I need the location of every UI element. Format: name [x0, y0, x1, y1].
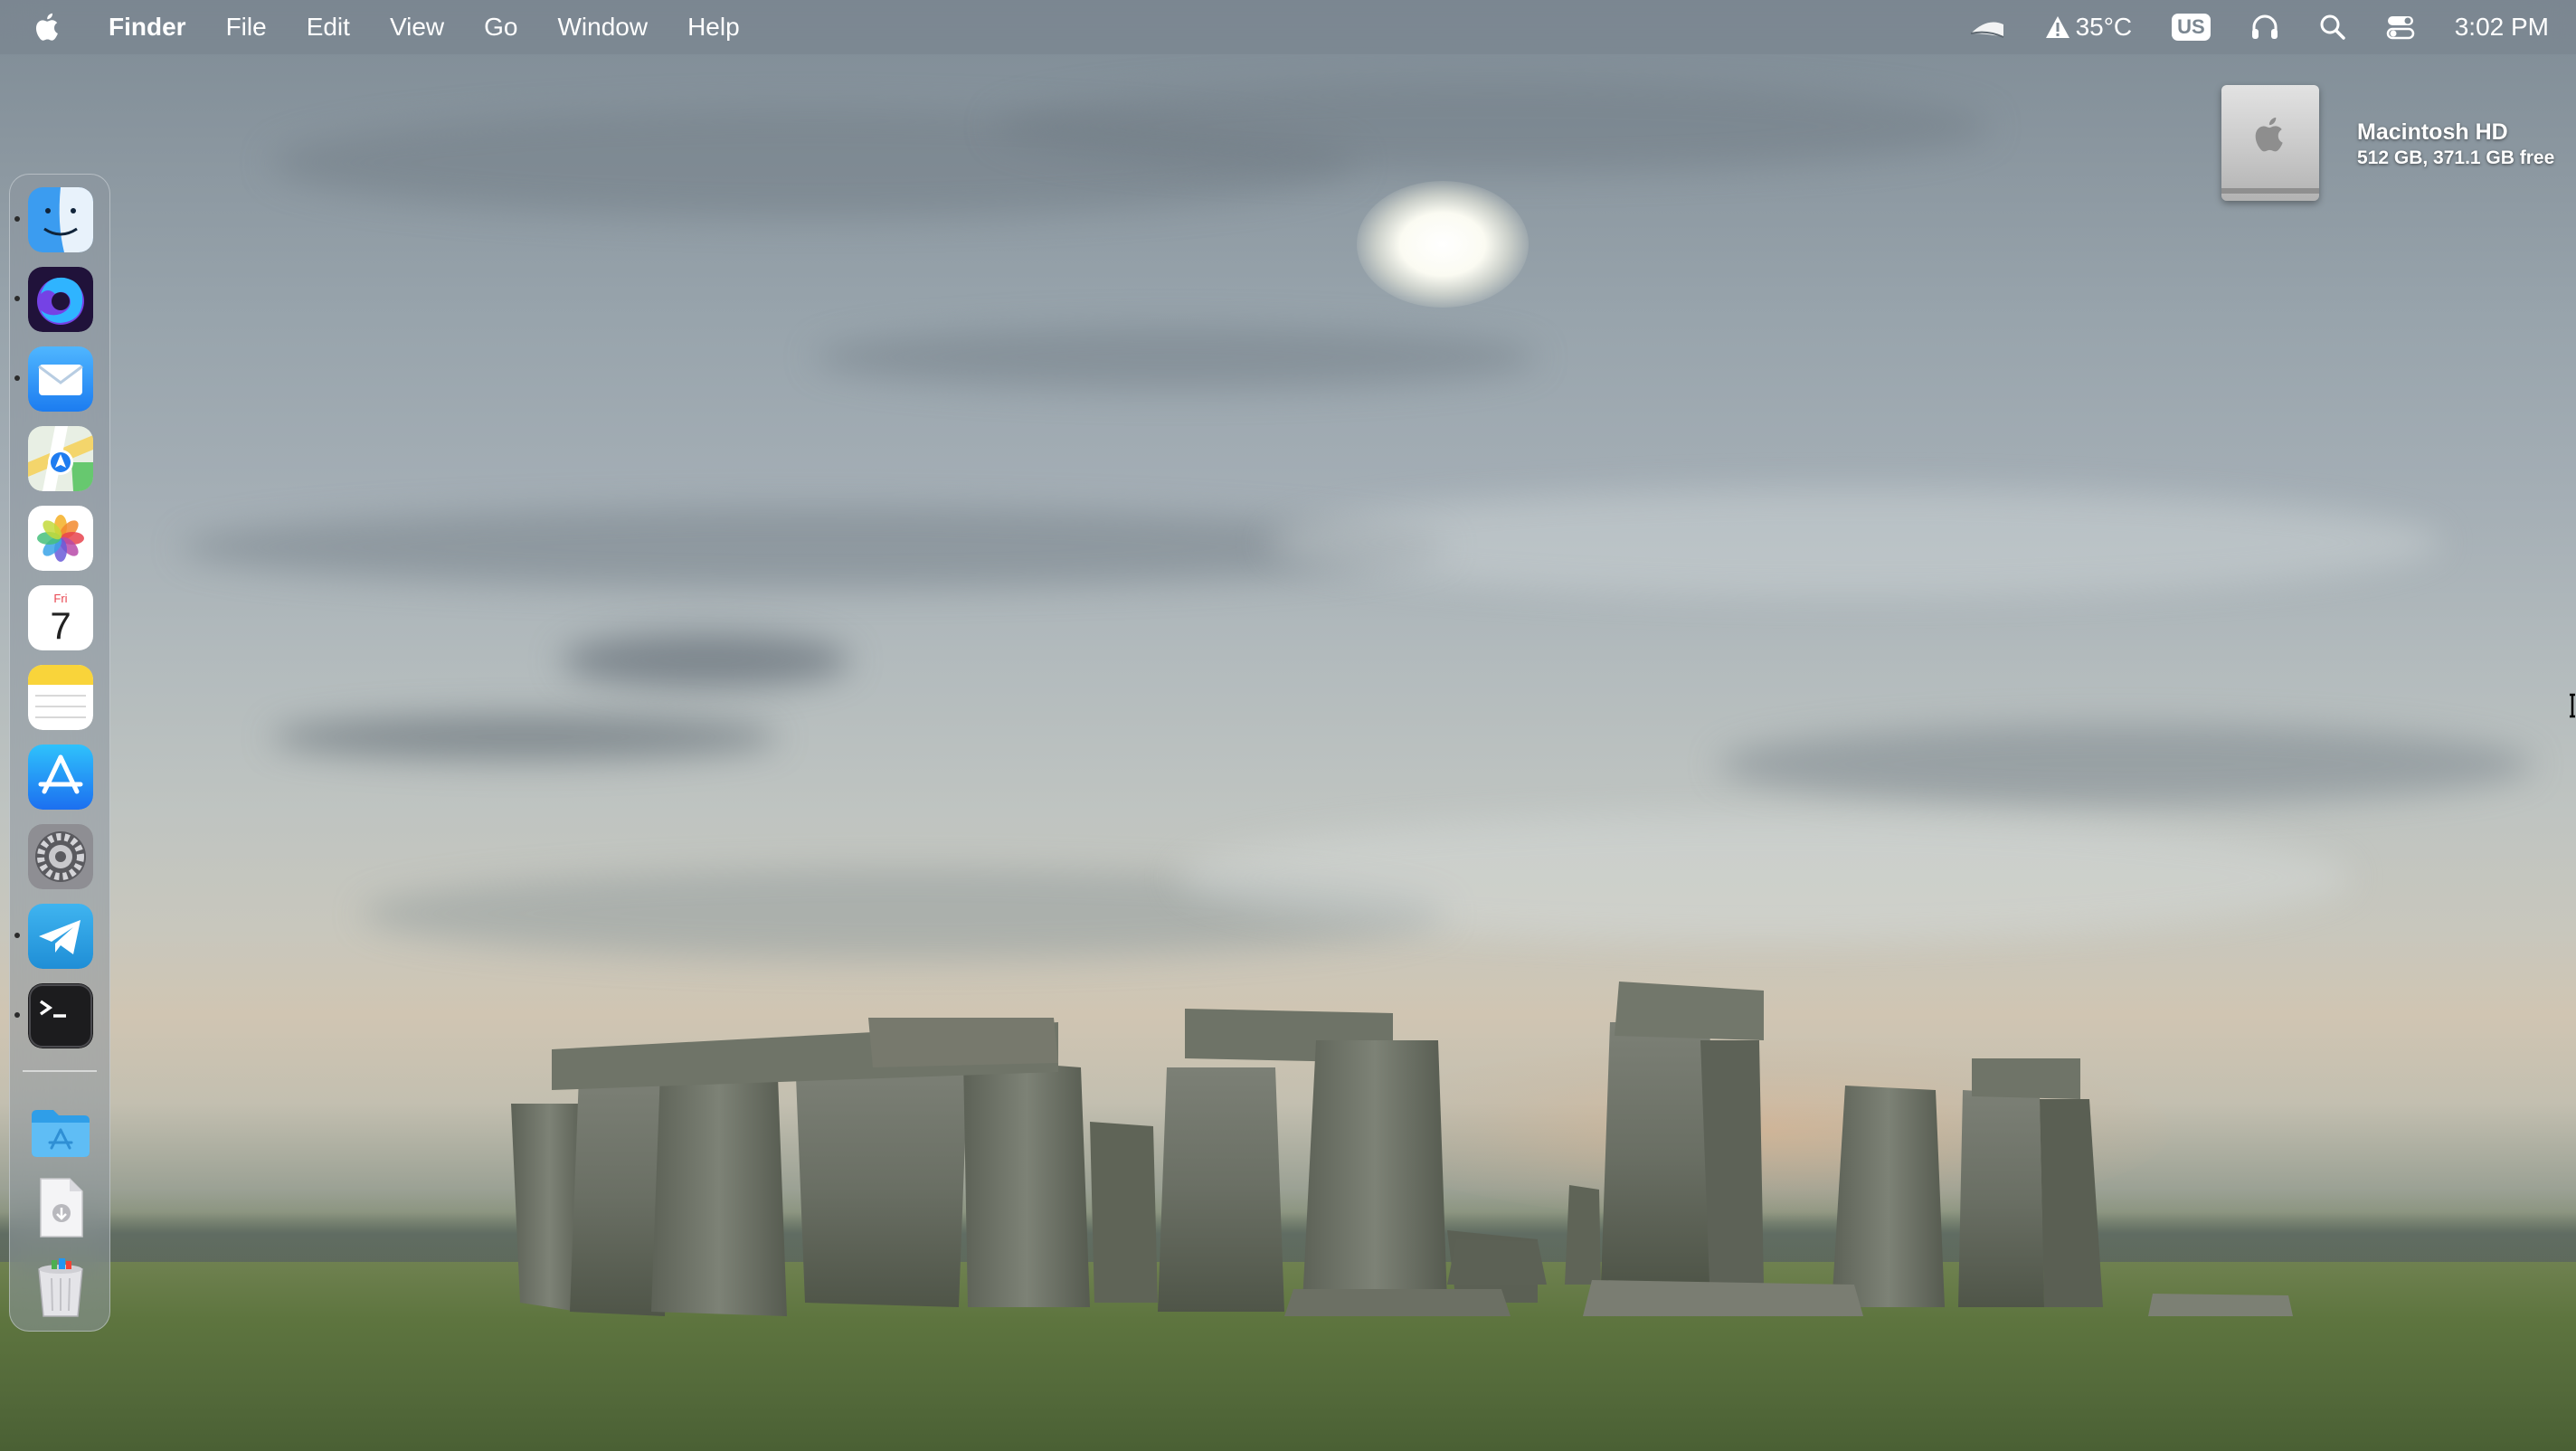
dock-app-store[interactable]: [28, 744, 93, 810]
telegram-icon: [28, 904, 93, 969]
weather-temperature: 35°C: [2075, 13, 2133, 41]
trash-icon: [38, 1258, 83, 1317]
menu-bar-clock[interactable]: 3:02 PM: [2455, 13, 2549, 42]
calendar-icon: Fri 7: [28, 585, 93, 650]
stonehenge: [511, 982, 2293, 1316]
running-indicator: [14, 296, 20, 301]
headphones-icon[interactable]: [2250, 0, 2279, 54]
dock-divider: [23, 1070, 97, 1072]
dock-trash[interactable]: [28, 1255, 93, 1320]
dock-maps[interactable]: [28, 426, 93, 491]
drive-label[interactable]: Macintosh HD 512 GB, 371.1 GB free: [2357, 118, 2554, 170]
hard-drive-icon[interactable]: [2221, 85, 2319, 201]
firefox-icon: [28, 267, 93, 332]
menu-view[interactable]: View: [370, 0, 464, 54]
dock-firefox[interactable]: [28, 267, 93, 332]
mouse-cursor-icon: [2570, 693, 2575, 718]
dock-downloads[interactable]: [28, 1175, 93, 1240]
dock-finder[interactable]: [28, 187, 93, 252]
running-indicator: [14, 933, 20, 938]
control-center-icon[interactable]: [2386, 0, 2415, 54]
dock-system-settings[interactable]: [28, 824, 93, 889]
wifi-icon[interactable]: [1969, 0, 2005, 54]
menu-edit[interactable]: Edit: [287, 0, 370, 54]
dock-photos[interactable]: [28, 506, 93, 571]
menu-bar: Finder File Edit View Go Window Help 35°…: [0, 0, 2576, 54]
dock: Fri 7: [9, 174, 110, 1332]
terminal-icon: [28, 983, 93, 1048]
maps-icon: [28, 426, 93, 491]
drive-name: Macintosh HD: [2357, 119, 2508, 145]
running-indicator: [14, 216, 20, 222]
dock-calendar[interactable]: Fri 7: [28, 585, 93, 650]
weather-widget[interactable]: 35°C: [2045, 13, 2133, 42]
dock-terminal[interactable]: [28, 983, 93, 1048]
dock-notes[interactable]: [28, 665, 93, 730]
applications-folder-icon: [32, 1110, 90, 1157]
desktop: Finder File Edit View Go Window Help 35°…: [0, 0, 2576, 1451]
downloads-icon: [40, 1178, 83, 1238]
dock-telegram[interactable]: [28, 904, 93, 969]
menu-file[interactable]: File: [206, 0, 287, 54]
finder-icon: [28, 187, 93, 252]
dock-applications-folder[interactable]: [28, 1099, 93, 1164]
photos-icon: [28, 506, 93, 571]
calendar-date: 7: [50, 604, 71, 647]
desktop-drive-macintosh-hd[interactable]: Macintosh HD 512 GB, 371.1 GB free: [2216, 85, 2554, 201]
keyboard-layout-label: US: [2172, 14, 2211, 41]
app-menu-finder[interactable]: Finder: [89, 0, 206, 54]
app-store-icon: [28, 744, 93, 810]
dock-mail[interactable]: [28, 346, 93, 412]
menu-window[interactable]: Window: [537, 0, 668, 54]
settings-gear-icon: [28, 824, 93, 889]
keyboard-layout-indicator[interactable]: US: [2172, 0, 2211, 54]
apple-logo-icon[interactable]: [33, 9, 63, 45]
spotlight-search-icon[interactable]: [2319, 0, 2346, 54]
notes-icon: [28, 665, 93, 730]
running-indicator: [14, 375, 20, 381]
running-indicator: [14, 1012, 20, 1018]
mail-icon: [28, 346, 93, 412]
menu-go[interactable]: Go: [464, 0, 537, 54]
menu-help[interactable]: Help: [668, 0, 760, 54]
warning-triangle-icon: [2045, 16, 2069, 38]
drive-capacity: 512 GB, 371.1 GB free: [2357, 147, 2555, 168]
